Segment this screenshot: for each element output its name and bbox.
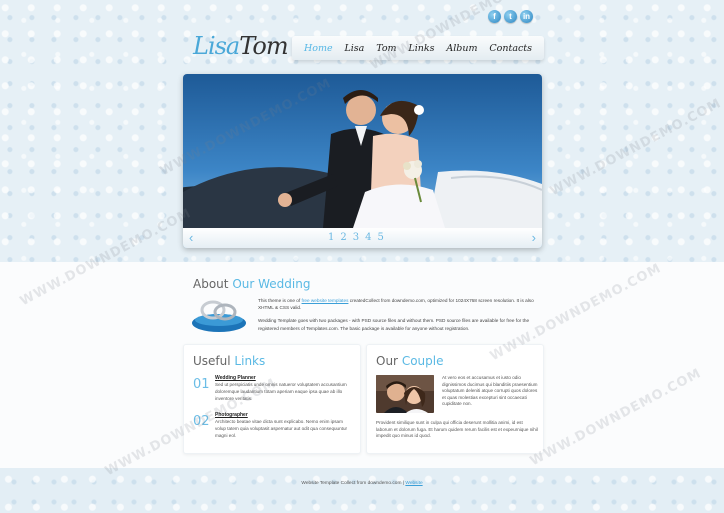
links-heading-plain: Useful	[193, 354, 231, 368]
slider-controls: ‹ 1 2 3 4 5 ›	[183, 228, 542, 248]
wedding-rings-image	[191, 296, 247, 334]
slider-page[interactable]: 5	[378, 232, 384, 243]
couple-photo	[376, 375, 434, 413]
about-heading-plain: About	[193, 277, 229, 291]
facebook-icon[interactable]: f	[488, 10, 501, 23]
free-templates-link[interactable]: free website templates	[302, 298, 349, 303]
linkedin-icon[interactable]: in	[520, 10, 533, 23]
about-p1-post: createdCollect from downdemo.com, optimi…	[258, 298, 534, 311]
useful-links-panel: Useful Links 01 Wedding Planner Sed ut p…	[183, 344, 361, 454]
nav-tom[interactable]: Tom	[376, 43, 396, 54]
slider-next-button[interactable]: ›	[532, 230, 536, 245]
links-heading-accent: Links	[234, 354, 266, 368]
footer-background	[0, 468, 724, 513]
footer-link[interactable]: Website	[405, 481, 422, 486]
logo-part-lisa: Lisa	[193, 32, 240, 60]
useful-links-heading: Useful Links	[193, 354, 265, 368]
about-p1-pre: This theme is one of	[258, 298, 301, 303]
slider-page[interactable]: 3	[353, 232, 359, 243]
slider-page[interactable]: 4	[365, 232, 371, 243]
link-number: 01	[193, 377, 210, 392]
hero-photo	[183, 90, 542, 228]
about-heading-accent: Our Wedding	[232, 277, 311, 291]
logo-part-tom: Tom	[239, 32, 288, 60]
couple-description-more: Provident similique sunt in culpa qui of…	[376, 420, 538, 439]
nav-album[interactable]: Album	[446, 43, 477, 54]
main-nav: Home Lisa Tom Links Album Contacts	[292, 36, 544, 60]
photographer-link[interactable]: Photographer	[215, 412, 353, 418]
link-number: 02	[193, 414, 210, 429]
nav-lisa[interactable]: Lisa	[344, 43, 364, 54]
content-background	[0, 262, 724, 468]
nav-home[interactable]: Home	[304, 43, 333, 54]
nav-contacts[interactable]: Contacts	[489, 43, 532, 54]
about-heading: About Our Wedding	[193, 277, 310, 291]
link-description: Architecto beatae vitae dicta sunt expli…	[215, 419, 348, 438]
couple-heading-accent: Couple	[401, 354, 444, 368]
footer-text: Website Template Collect from downdemo.c…	[301, 481, 405, 486]
about-text: This theme is one of free website templa…	[258, 297, 534, 332]
about-paragraph: This theme is one of free website templa…	[258, 297, 534, 311]
nav-links[interactable]: Links	[408, 43, 434, 54]
slider-pagination: 1 2 3 4 5	[328, 232, 384, 243]
wedding-planner-link[interactable]: Wedding Planner	[215, 375, 353, 381]
twitter-icon[interactable]: t	[504, 10, 517, 23]
social-links: f t in	[488, 10, 533, 23]
couple-heading-plain: Our	[376, 354, 398, 368]
site-logo[interactable]: LisaTom	[193, 32, 289, 60]
our-couple-panel: Our Couple At vero eos et accusamus et i…	[366, 344, 544, 454]
slider-page[interactable]: 1	[328, 232, 334, 243]
hero-slider: ‹ 1 2 3 4 5 ›	[183, 74, 542, 248]
couple-description: At vero eos et accusamus et iusto odio d…	[442, 375, 538, 407]
about-paragraph: Wedding Template goes with two packages …	[258, 318, 530, 331]
our-couple-heading: Our Couple	[376, 354, 443, 368]
link-description: Sed ut perspiciatis unde omnis natueror …	[215, 382, 347, 401]
footer: Website Template Collect from downdemo.c…	[0, 481, 724, 486]
slider-page[interactable]: 2	[340, 232, 346, 243]
slider-prev-button[interactable]: ‹	[189, 230, 193, 245]
